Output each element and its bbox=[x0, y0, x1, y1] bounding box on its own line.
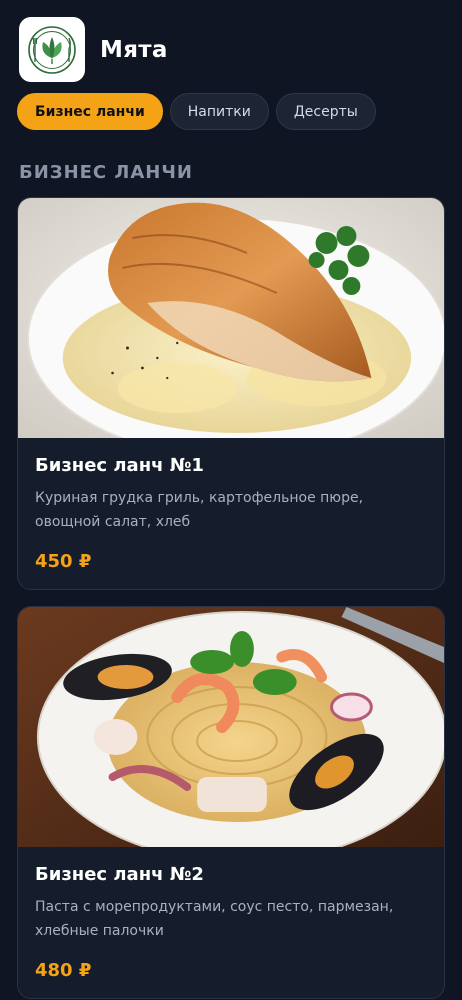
seafood-pasta-image bbox=[18, 607, 444, 847]
grilled-chicken-mashed-potato-image bbox=[18, 198, 444, 438]
menu-item-description: Паста с морепродуктами, соус песто, парм… bbox=[35, 899, 394, 939]
menu-item-body: Бизнес ланч №2 Паста с морепродуктами, с… bbox=[18, 847, 444, 981]
menu-item-body: Бизнес ланч №1 Куриная грудка гриль, кар… bbox=[18, 438, 444, 572]
app-title: Мята bbox=[100, 36, 168, 63]
tab-drinks[interactable]: Напитки bbox=[169, 93, 269, 130]
app-header: Мята bbox=[19, 17, 168, 82]
menu-item-card[interactable]: Бизнес ланч №2 Паста с морепродуктами, с… bbox=[17, 606, 445, 999]
category-tabs: Бизнес ланчи Напитки Десерты bbox=[17, 93, 376, 130]
mint-leaf-plate-logo-icon bbox=[28, 25, 76, 74]
logo[interactable] bbox=[19, 17, 85, 82]
menu-item-price: 450 ₽ bbox=[35, 551, 92, 572]
menu-item-card[interactable]: Бизнес ланч №1 Куриная грудка гриль, кар… bbox=[17, 197, 445, 590]
menu-item-title: Бизнес ланч №1 bbox=[35, 455, 204, 476]
menu-page: Мята Бизнес ланчи Напитки Десерты БИЗНЕС… bbox=[0, 0, 462, 1000]
menu-item-price: 480 ₽ bbox=[35, 960, 92, 981]
tab-business-lunches[interactable]: Бизнес ланчи bbox=[17, 93, 163, 130]
tab-desserts[interactable]: Десерты bbox=[275, 93, 376, 130]
menu-item-description: Куриная грудка гриль, картофельное пюре,… bbox=[35, 490, 364, 530]
menu-item-title: Бизнес ланч №2 bbox=[35, 864, 204, 885]
section-title: БИЗНЕС ЛАНЧИ bbox=[19, 162, 193, 183]
